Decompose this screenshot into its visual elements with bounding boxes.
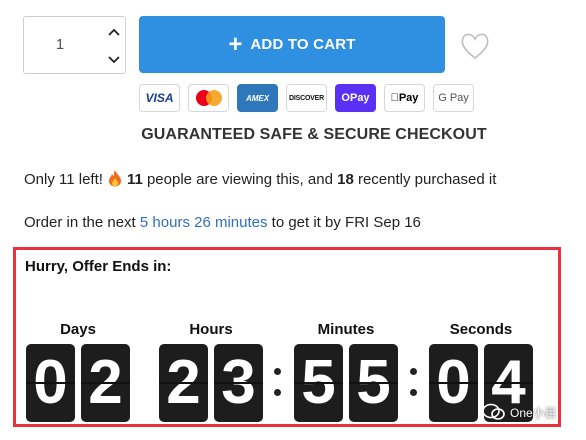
countdown-timer: Hurry, Offer Ends in: Days Hours Minutes…	[13, 247, 561, 427]
countdown-title: Hurry, Offer Ends in:	[25, 258, 172, 275]
purchased-text: recently purchased it	[357, 171, 497, 188]
plus-icon: +	[228, 30, 243, 58]
payment-methods: VISA AMEX DISCOVER OPay Pay G Pay	[139, 84, 474, 112]
quantity-decrease-button[interactable]	[102, 46, 126, 74]
viewers-count: 11	[126, 171, 143, 188]
purchased-count: 18	[337, 171, 354, 188]
delivery-estimate: Order in the next 5 hours 26 minutes to …	[24, 214, 421, 231]
wechat-logo-icon	[482, 403, 505, 420]
watermark: One小目	[482, 402, 557, 422]
fire-icon	[108, 170, 121, 187]
order-prefix: Order in the next	[24, 214, 136, 231]
hours-digit-2: 3	[214, 344, 263, 422]
order-time-remaining: 5 hours 26 minutes	[139, 214, 268, 231]
colon-separator	[410, 368, 418, 410]
chevron-up-icon	[108, 28, 120, 36]
add-to-cart-label: ADD TO CART	[250, 36, 356, 53]
stock-left-text: Only 11 left!	[24, 171, 103, 188]
order-suffix: to get it by FRI Sep 16	[271, 214, 421, 231]
viewers-text: people are viewing this, and	[146, 171, 333, 188]
chevron-down-icon	[108, 56, 120, 64]
days-label: Days	[60, 321, 96, 338]
seconds-label: Seconds	[449, 321, 513, 338]
quantity-value[interactable]: 1	[24, 17, 96, 73]
minutes-label: Minutes	[317, 321, 375, 338]
heart-icon	[461, 33, 489, 60]
google-pay-icon: G Pay	[433, 84, 474, 112]
apple-pay-icon: Pay	[384, 84, 425, 112]
discover-icon: DISCOVER	[286, 84, 327, 112]
amex-icon: AMEX	[237, 84, 278, 112]
visa-icon: VISA	[139, 84, 180, 112]
minutes-digit-2: 5	[349, 344, 398, 422]
seconds-digit-1: 0	[429, 344, 478, 422]
quantity-increase-button[interactable]	[102, 18, 126, 46]
minutes-digit-1: 5	[294, 344, 343, 422]
hours-label: Hours	[189, 321, 233, 338]
mastercard-icon	[188, 84, 229, 112]
hours-digit-1: 2	[159, 344, 208, 422]
secure-checkout-text: GUARANTEED SAFE & SECURE CHECKOUT	[141, 126, 487, 143]
quantity-stepper[interactable]: 1	[23, 16, 126, 74]
days-digit-1: 0	[26, 344, 75, 422]
add-to-cart-button[interactable]: + ADD TO CART	[139, 16, 445, 73]
colon-separator	[274, 368, 282, 410]
stock-notice: Only 11 left! 11 people are viewing this,…	[24, 169, 496, 188]
watermark-text: One小目	[510, 405, 557, 420]
shop-pay-icon: OPay	[335, 84, 376, 112]
days-digit-2: 2	[81, 344, 130, 422]
wishlist-button[interactable]	[459, 31, 491, 61]
